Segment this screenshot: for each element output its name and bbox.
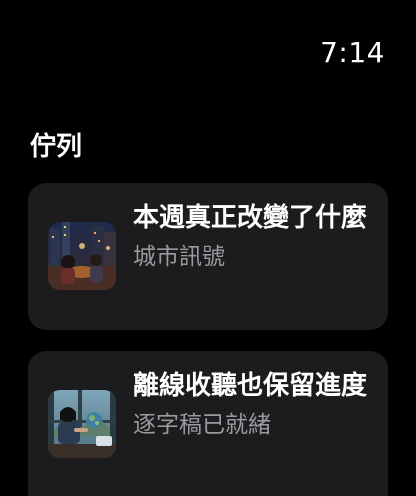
episode-artwork — [48, 390, 116, 458]
episode-status: 逐字稿已就緒 — [133, 412, 271, 438]
queue-item[interactable]: 離線收聽也保留進度 逐字稿已就緒 — [28, 351, 388, 496]
status-time: 7:14 — [320, 36, 385, 69]
watch-screen: 7:14 佇列 本週真正改變了什麼 城市訊號 離線收聽也保留進度 逐字稿已就緒 — [0, 0, 416, 496]
podcast-name: 城市訊號 — [133, 244, 225, 270]
queue-title: 佇列 — [30, 132, 83, 162]
queue-item[interactable]: 本週真正改變了什麼 城市訊號 — [28, 183, 388, 330]
episode-title: 本週真正改變了什麼 — [133, 203, 368, 233]
city-night-artwork-icon — [48, 222, 116, 290]
window-scene-artwork-icon — [48, 390, 116, 458]
episode-title: 離線收聽也保留進度 — [133, 371, 368, 401]
episode-artwork — [48, 222, 116, 290]
